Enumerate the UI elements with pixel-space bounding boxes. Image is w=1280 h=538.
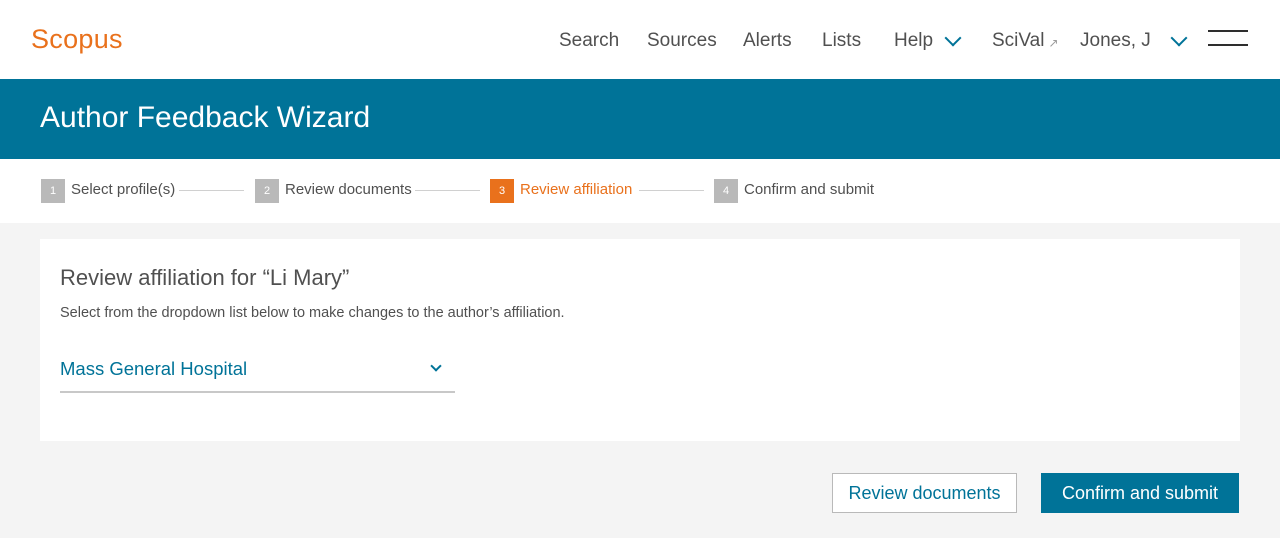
confirm-submit-button[interactable]: Confirm and submit <box>1041 473 1239 513</box>
nav-scival-label: SciVal <box>992 30 1045 51</box>
nav-search-label: Search <box>559 30 620 51</box>
card-title: Review affiliation for “Li Mary” <box>60 265 350 290</box>
affiliation-selected-value: Mass General Hospital <box>60 358 248 379</box>
nav-help-label: Help <box>894 30 934 51</box>
nav-lists[interactable]: Lists <box>822 30 861 52</box>
step-connector <box>639 190 704 191</box>
nav-sources[interactable]: Sources <box>647 30 717 52</box>
affiliation-dropdown[interactable]: Mass General Hospital <box>60 347 455 393</box>
page-title: Author Feedback Wizard <box>40 101 371 134</box>
page-banner: Author Feedback Wizard <box>0 79 1280 159</box>
step-1-label: Select profile(s) <box>71 181 176 198</box>
scopus-logo[interactable]: Scopus <box>31 24 123 55</box>
user-menu[interactable]: Jones, J <box>1080 29 1188 52</box>
card-description: Select from the dropdown list below to m… <box>60 305 565 321</box>
nav-alerts[interactable]: Alerts <box>743 30 792 52</box>
nav-search[interactable]: Search <box>559 30 619 52</box>
external-link-icon: ↗ <box>1048 36 1059 50</box>
step-1-number: 1 <box>41 179 65 203</box>
user-name: Jones, J <box>1080 30 1151 51</box>
nav-lists-label: Lists <box>822 30 862 51</box>
step-2-label: Review documents <box>285 181 412 198</box>
chevron-down-icon <box>944 29 962 47</box>
affiliation-card: Review affiliation for “Li Mary” Select … <box>40 239 1240 441</box>
step-4-number: 4 <box>714 179 738 203</box>
review-documents-button[interactable]: Review documents <box>832 473 1017 513</box>
step-3-number: 3 <box>490 179 514 203</box>
wizard-stepper: 1 Select profile(s) 2 Review documents 3… <box>0 159 1280 223</box>
nav-alerts-label: Alerts <box>743 30 792 51</box>
step-connector <box>179 190 244 191</box>
top-navigation-bar: Scopus Search Sources Alerts Lists Help … <box>0 0 1280 79</box>
nav-scival[interactable]: SciVal ↗ <box>992 30 1059 52</box>
nav-help[interactable]: Help <box>894 29 962 52</box>
hamburger-menu-icon[interactable] <box>1208 30 1248 48</box>
chevron-down-icon <box>430 360 442 372</box>
chevron-down-icon <box>1170 29 1188 47</box>
nav-sources-label: Sources <box>647 30 717 51</box>
step-4-label: Confirm and submit <box>744 181 875 198</box>
step-2-number: 2 <box>255 179 279 203</box>
step-3-label: Review affiliation <box>520 181 633 198</box>
step-connector <box>415 190 480 191</box>
